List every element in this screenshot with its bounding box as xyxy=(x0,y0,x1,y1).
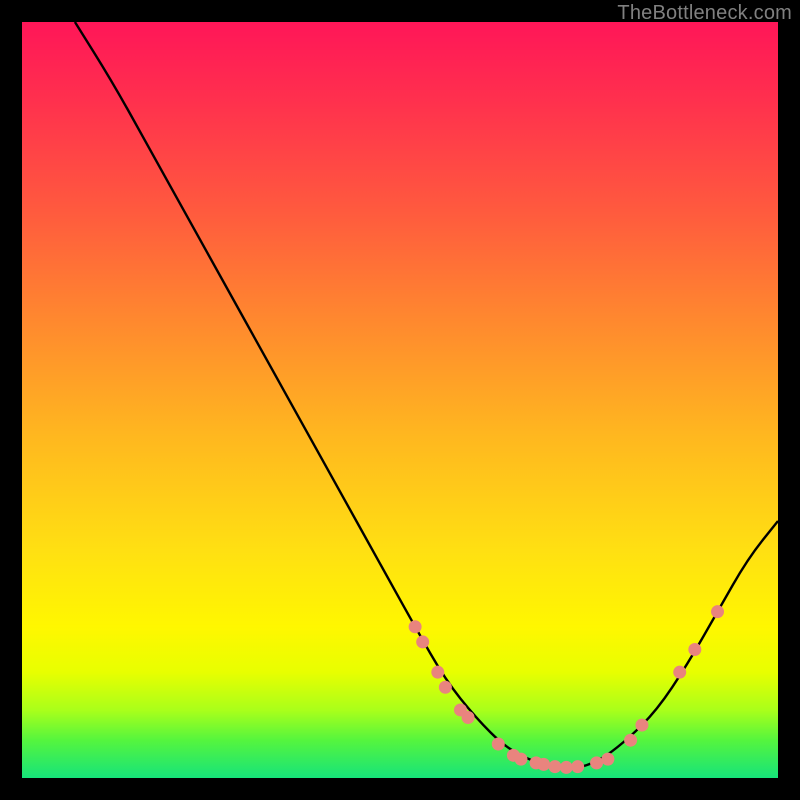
chart-stage: TheBottleneck.com xyxy=(0,0,800,800)
curve-marker xyxy=(439,681,452,694)
curve-marker xyxy=(590,756,603,769)
curve-marker xyxy=(560,761,573,774)
curve-marker xyxy=(462,711,475,724)
curve-markers xyxy=(409,605,724,774)
curve-marker xyxy=(624,734,637,747)
bottleneck-curve xyxy=(75,22,778,769)
curve-marker xyxy=(548,760,561,773)
curve-marker xyxy=(688,643,701,656)
curve-marker xyxy=(416,635,429,648)
curve-marker xyxy=(537,758,550,771)
curve-svg xyxy=(22,22,778,778)
curve-marker xyxy=(409,620,422,633)
curve-marker xyxy=(514,753,527,766)
curve-marker xyxy=(431,666,444,679)
curve-marker xyxy=(673,666,686,679)
curve-marker xyxy=(571,760,584,773)
plot-area xyxy=(22,22,778,778)
curve-marker xyxy=(711,605,724,618)
curve-marker xyxy=(492,737,505,750)
curve-marker xyxy=(635,719,648,732)
curve-marker xyxy=(601,753,614,766)
